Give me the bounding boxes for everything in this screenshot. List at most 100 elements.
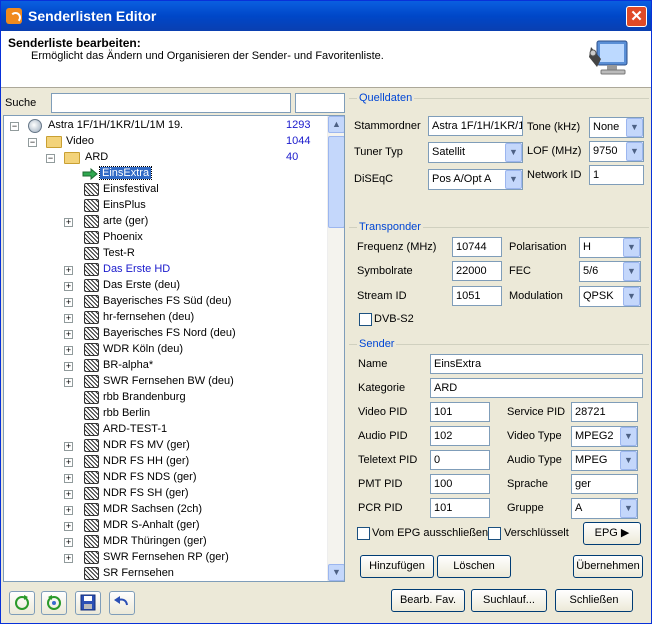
expand-icon[interactable]: + — [64, 490, 73, 499]
collapse-icon[interactable]: − — [46, 154, 55, 163]
scroll-up-icon[interactable]: ▲ — [328, 116, 344, 133]
stammordner-field[interactable]: Astra 1F/1H/1KR/1 — [428, 116, 523, 136]
close-window-button[interactable]: ✕ — [626, 6, 647, 27]
expand-icon[interactable]: + — [64, 538, 73, 547]
tree-node-channel[interactable]: + SWR Fernsehen BW (deu) — [4, 374, 328, 390]
frequenz-field[interactable]: 10744 — [452, 237, 502, 257]
pcr-pid-field[interactable]: 101 — [430, 498, 490, 518]
chevron-down-icon[interactable]: ▼ — [623, 287, 640, 306]
video-type-select[interactable]: MPEG2 ▼ — [571, 426, 638, 447]
tree-node-channel[interactable]: + Bayerisches FS Nord (deu) — [4, 326, 328, 342]
encrypted-checkbox[interactable] — [488, 527, 501, 540]
tree-node-channel[interactable]: + MDR S-Anhalt (ger) — [4, 518, 328, 534]
tree-node-channel[interactable]: ARD-TEST-1 — [4, 422, 328, 438]
chevron-down-icon[interactable]: ▼ — [626, 142, 643, 161]
add-button[interactable]: Hinzufügen — [360, 555, 434, 578]
collapse-icon[interactable]: − — [10, 122, 19, 131]
tree-node-channel[interactable]: + NDR FS SH (ger) — [4, 486, 328, 502]
lof-select[interactable]: 9750 ▼ — [589, 141, 644, 162]
tree-node-channel[interactable]: + Das Erste (deu) — [4, 278, 328, 294]
undo-icon[interactable] — [109, 591, 135, 615]
chevron-down-icon[interactable]: ▼ — [505, 143, 522, 162]
scroll-down-icon[interactable]: ▼ — [328, 564, 344, 581]
expand-icon[interactable]: + — [64, 458, 73, 467]
tree-node-channel[interactable]: + WDR Köln (deu) — [4, 342, 328, 358]
save-icon[interactable] — [75, 591, 101, 615]
tuner-select[interactable]: Satellit ▼ — [428, 142, 523, 163]
tree-node-channel[interactable]: rbb Brandenburg — [4, 390, 328, 406]
teletext-pid-field[interactable]: 0 — [430, 450, 490, 470]
title-bar[interactable]: Senderlisten Editor ✕ — [1, 1, 651, 31]
video-pid-field[interactable]: 101 — [430, 402, 490, 422]
expand-icon[interactable]: + — [64, 314, 73, 323]
kategorie-field[interactable]: ARD — [430, 378, 643, 398]
expand-icon[interactable]: + — [64, 218, 73, 227]
tree-node-channel[interactable]: Phoenix — [4, 230, 328, 246]
tree-node-channel[interactable]: Einsfestival — [4, 182, 328, 198]
sprache-field[interactable]: ger — [571, 474, 638, 494]
tree-node-channel[interactable]: rbb Berlin — [4, 406, 328, 422]
tree-node-channel[interactable]: Test-R — [4, 246, 328, 262]
audio-type-select[interactable]: MPEG ▼ — [571, 450, 638, 471]
chevron-down-icon[interactable]: ▼ — [623, 262, 640, 281]
tree-node-channel[interactable]: + arte (ger) — [4, 214, 328, 230]
chevron-down-icon[interactable]: ▼ — [620, 499, 637, 518]
gruppe-select[interactable]: A ▼ — [571, 498, 638, 519]
tree-node-channel[interactable]: + hr-fernsehen (deu) — [4, 310, 328, 326]
expand-icon[interactable]: + — [64, 298, 73, 307]
scroll-thumb[interactable] — [328, 136, 344, 228]
service-pid-field[interactable]: 28721 — [571, 402, 638, 422]
scan-button[interactable]: Suchlauf... — [471, 589, 547, 612]
expand-icon[interactable]: + — [64, 442, 73, 451]
edit-favorites-button[interactable]: Bearb. Fav. — [391, 589, 465, 612]
tree-node-channel[interactable]: + Das Erste HD — [4, 262, 328, 278]
tree-node-channel[interactable]: + MDR Thüringen (ger) — [4, 534, 328, 550]
expand-icon[interactable]: + — [64, 554, 73, 563]
name-field[interactable]: EinsExtra — [430, 354, 643, 374]
tree-node-channel[interactable]: + MDR Sachsen (2ch) — [4, 502, 328, 518]
apply-button[interactable]: Übernehmen — [573, 555, 643, 578]
search-secondary-input[interactable] — [295, 93, 345, 113]
modulation-select[interactable]: QPSK ▼ — [579, 286, 641, 307]
close-button[interactable]: Schließen — [555, 589, 633, 612]
expand-icon[interactable]: + — [64, 266, 73, 275]
fec-select[interactable]: 5/6 ▼ — [579, 261, 641, 282]
audio-pid-field[interactable]: 102 — [430, 426, 490, 446]
epg-button[interactable]: EPG ▶ — [583, 522, 641, 545]
chevron-down-icon[interactable]: ▼ — [505, 170, 522, 189]
symbolrate-field[interactable]: 22000 — [452, 261, 502, 281]
tree-node-channel[interactable]: + NDR FS MV (ger) — [4, 438, 328, 454]
chevron-down-icon[interactable]: ▼ — [620, 451, 637, 470]
collapse-icon[interactable]: − — [28, 138, 37, 147]
delete-button[interactable]: Löschen — [437, 555, 511, 578]
tree-node-channel[interactable]: + NDR FS NDS (ger) — [4, 470, 328, 486]
chevron-down-icon[interactable]: ▼ — [620, 427, 637, 446]
expand-icon[interactable]: + — [64, 522, 73, 531]
reload-icon[interactable] — [9, 591, 35, 615]
tree-node-channel[interactable]: + NDR FS HH (ger) — [4, 454, 328, 470]
tree-scrollbar[interactable]: ▲ ▼ — [327, 116, 344, 581]
tree-node-channel[interactable]: + BR-alpha* — [4, 358, 328, 374]
search-input[interactable] — [51, 93, 291, 113]
expand-icon[interactable]: + — [64, 330, 73, 339]
polarisation-select[interactable]: H ▼ — [579, 237, 641, 258]
tree-node-channel[interactable]: SR Fernsehen — [4, 566, 328, 581]
expand-icon[interactable]: + — [64, 506, 73, 515]
stream-id-field[interactable]: 1051 — [452, 286, 502, 306]
tone-select[interactable]: None ▼ — [589, 117, 644, 138]
expand-icon[interactable]: + — [64, 378, 73, 387]
dvb-s2-checkbox[interactable] — [359, 313, 372, 326]
tree-node-channel[interactable]: EinsExtra — [4, 166, 328, 182]
chevron-down-icon[interactable]: ▼ — [623, 238, 640, 257]
pmt-pid-field[interactable]: 100 — [430, 474, 490, 494]
expand-icon[interactable]: + — [64, 282, 73, 291]
tree-node-ard[interactable]: − ARD 40 — [4, 150, 328, 166]
sync-icon[interactable] — [41, 591, 67, 615]
channel-tree[interactable]: − Astra 1F/1H/1KR/1L/1M 19. 1293 − Video… — [3, 115, 345, 582]
tree-node-video[interactable]: − Video 1044 — [4, 134, 328, 150]
network-id-field[interactable]: 1 — [589, 165, 644, 185]
epg-exclude-checkbox[interactable] — [357, 527, 370, 540]
expand-icon[interactable]: + — [64, 346, 73, 355]
tree-node-channel[interactable]: + Bayerisches FS Süd (deu) — [4, 294, 328, 310]
tree-node-channel[interactable]: + SWR Fernsehen RP (ger) — [4, 550, 328, 566]
